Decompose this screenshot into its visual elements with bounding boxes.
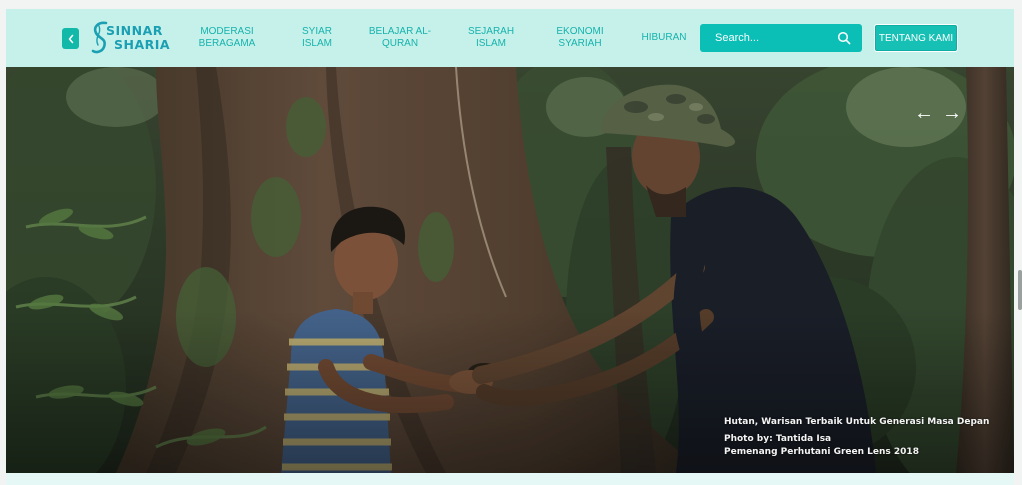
hero-image — [6, 67, 1014, 473]
nav-item-ekonomi-syariah[interactable]: EKONOMI SYARIAH — [546, 9, 614, 67]
nav-item-moderasi-beragama[interactable]: MODERASI BERAGAMA — [190, 9, 264, 67]
search-input[interactable] — [700, 24, 830, 52]
brand-name-line1: SINNAR — [106, 23, 163, 38]
content-area-top — [6, 473, 1014, 485]
about-us-button[interactable]: TENTANG KAMI — [874, 24, 958, 52]
page-frame: SINNAR SHARIA MODERASI BERAGAMA SYIAR IS… — [6, 9, 1014, 473]
top-navbar: SINNAR SHARIA MODERASI BERAGAMA SYIAR IS… — [6, 9, 1014, 67]
hero-slider[interactable]: ← → Hutan, Warisan Terbaik Untuk Generas… — [6, 67, 1014, 473]
nav-item-hiburan[interactable]: HIBURAN — [634, 9, 694, 67]
slider-next-icon[interactable]: → — [942, 103, 962, 123]
hero-caption: Hutan, Warisan Terbaik Untuk Generasi Ma… — [724, 416, 989, 459]
nav-item-belajar-al-quran[interactable]: BELAJAR AL-QURAN — [362, 9, 438, 67]
page-scrollbar[interactable] — [1018, 270, 1022, 310]
nav-item-syiar-islam[interactable]: SYIAR ISLAM — [290, 9, 344, 67]
search-icon[interactable] — [837, 31, 851, 45]
caption-credit: Photo by: Tantida Isa — [724, 434, 832, 444]
brand-name-line2: SHARIA — [114, 37, 171, 52]
caption-title: Hutan, Warisan Terbaik Untuk Generasi Ma… — [724, 417, 990, 427]
caption-award: Pemenang Perhutani Green Lens 2018 — [724, 447, 919, 457]
back-button[interactable] — [62, 28, 79, 49]
nav-item-sejarah-islam[interactable]: SEJARAH ISLAM — [458, 9, 524, 67]
search-box — [700, 24, 862, 52]
brand-logo[interactable]: SINNAR SHARIA — [90, 20, 170, 56]
chevron-left-icon — [68, 34, 73, 43]
slider-prev-icon[interactable]: ← — [914, 103, 934, 123]
